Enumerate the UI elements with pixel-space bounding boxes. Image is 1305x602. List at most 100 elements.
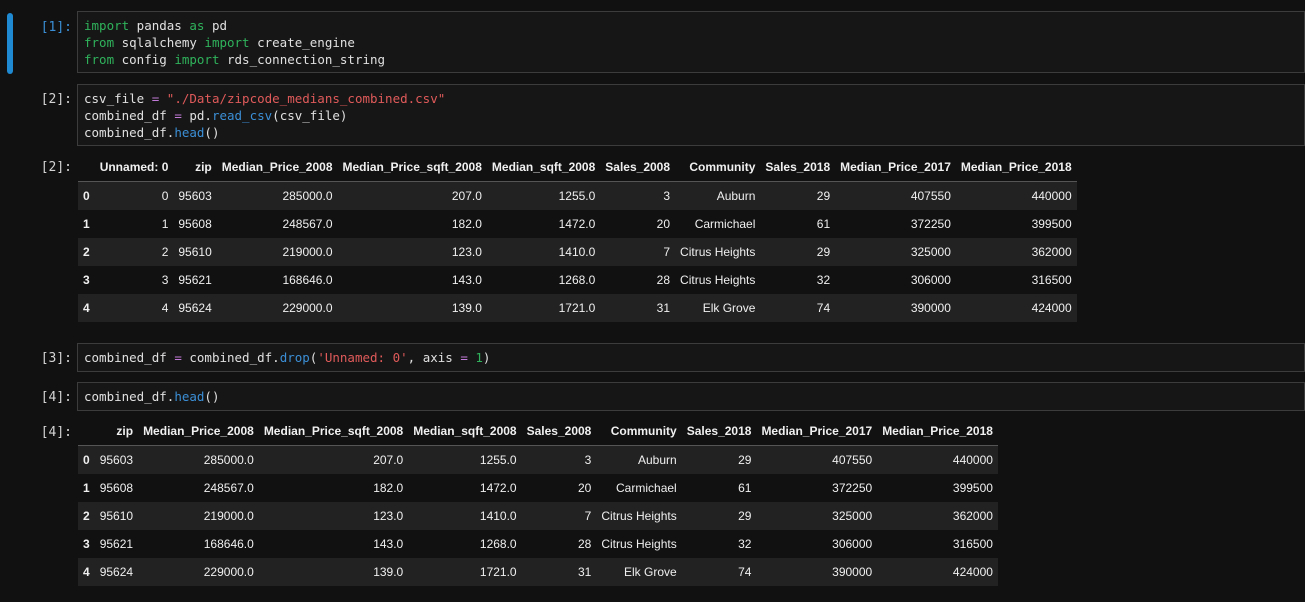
table-cell: Citrus Heights — [680, 245, 756, 259]
cell-4-input[interactable]: combined_df.head() — [77, 382, 1305, 411]
code-token: "./Data/zipcode_medians_combined.csv" — [166, 91, 446, 106]
table-cell: 248567.0 — [282, 217, 333, 231]
row-index: 3 — [83, 273, 90, 287]
table-cell: 1472.0 — [479, 481, 517, 495]
table-cell: Carmichael — [694, 217, 756, 231]
column-header — [78, 153, 95, 182]
code-line: combined_df = pd.read_csv(csv_file) — [84, 107, 1298, 124]
row-index: 1 — [83, 481, 90, 495]
code-token: () — [204, 389, 220, 404]
column-header: zip — [173, 153, 217, 182]
table-cell: 248567.0 — [203, 481, 254, 495]
output-2-dataframe: Unnamed: 0 zip Median_Price_2008 Median_Pri… — [78, 153, 1077, 322]
table-cell: 1410.0 — [479, 509, 517, 523]
table-row: 0 0 95603 285000.0 207.0 1255.0 3 Auburn 29 40755… — [78, 181, 1077, 210]
row-index: 2 — [83, 245, 90, 259]
table-cell: 29 — [816, 245, 831, 259]
table-cell: 0 — [161, 189, 169, 203]
cell-3-input[interactable]: combined_df = combined_df.drop('Unnamed:… — [77, 343, 1305, 372]
code-token: config — [114, 52, 175, 67]
code-token: = — [174, 108, 182, 123]
table-row: 1 95608 248567.0 182.0 1472.0 20 Carmichael 61 3… — [78, 474, 998, 502]
column-header: Median_Price_2018 — [955, 153, 1077, 182]
table-header-row: zip Median_Price_2008 Median_Price_sqft_20… — [78, 417, 998, 446]
column-header: zip — [94, 417, 139, 446]
table-cell: Citrus Heights — [601, 509, 677, 523]
table-cell: 95624 — [178, 301, 212, 315]
cell-2-input[interactable]: csv_file = "./Data/zipcode_medians_combi… — [77, 84, 1305, 146]
table-cell: 95608 — [178, 217, 212, 231]
table-cell: Auburn — [638, 453, 677, 467]
code-line: combined_df = combined_df.drop('Unnamed:… — [84, 349, 1298, 366]
table-cell: 219000.0 — [282, 245, 333, 259]
code-line: combined_df.head() — [84, 388, 1298, 405]
table-cell: 1721.0 — [558, 301, 596, 315]
table-cell: Elk Grove — [624, 565, 677, 579]
table-row: 1 1 95608 248567.0 182.0 1472.0 20 Carmichael 61… — [78, 210, 1077, 238]
table-row: 3 3 95621 168646.0 143.0 1268.0 28 Citrus Heigh… — [78, 266, 1077, 294]
table-cell: 219000.0 — [203, 509, 254, 523]
code-line: combined_df.head() — [84, 124, 1298, 141]
table-cell: 29 — [816, 189, 831, 203]
table-cell: 362000 — [952, 509, 993, 523]
table-cell: 362000 — [1031, 245, 1072, 259]
column-header: Community — [675, 153, 761, 182]
table-cell: 61 — [816, 217, 831, 231]
table-cell: 143.0 — [451, 273, 482, 287]
table-cell: 74 — [738, 565, 752, 579]
table-cell: 1410.0 — [558, 245, 596, 259]
cell-1-prompt: [1]: — [40, 20, 72, 35]
column-header: Median_Price_2017 — [756, 417, 878, 446]
table-cell: 407550 — [832, 453, 873, 467]
code-line: csv_file = "./Data/zipcode_medians_combi… — [84, 90, 1298, 107]
table-cell: 182.0 — [451, 217, 482, 231]
table-cell: Elk Grove — [702, 301, 756, 315]
code-token: pd. — [181, 108, 212, 123]
row-index: 3 — [83, 537, 90, 551]
cell-2-prompt: [2]: — [40, 92, 72, 107]
table-cell: 440000 — [952, 453, 993, 467]
code-token: read_csv — [211, 108, 273, 123]
cell-1-input[interactable]: import pandas as pd from sqlalchemy impor… — [77, 11, 1305, 73]
table-cell: 31 — [656, 301, 671, 315]
row-index: 1 — [83, 217, 90, 231]
table-cell: 229000.0 — [203, 565, 254, 579]
table-cell: 29 — [738, 453, 752, 467]
table-cell: 28 — [656, 273, 671, 287]
table-cell: 399500 — [1031, 217, 1072, 231]
table-cell: Carmichael — [616, 481, 677, 495]
row-index: 0 — [83, 189, 90, 203]
table-cell: 168646.0 — [203, 537, 254, 551]
table-cell: 4 — [161, 301, 169, 315]
table-cell: 407550 — [910, 189, 951, 203]
table-cell: 7 — [584, 509, 592, 523]
column-header: Community — [596, 417, 682, 446]
table-cell: 95610 — [178, 245, 212, 259]
table-row: 0 95603 285000.0 207.0 1255.0 3 Auburn 29 407550… — [78, 445, 998, 474]
table-cell: 1255.0 — [558, 189, 596, 203]
table-cell: 1268.0 — [479, 537, 517, 551]
code-token: combined_df — [84, 108, 175, 123]
code-token: create_engine — [249, 35, 355, 50]
table-cell: 123.0 — [373, 509, 404, 523]
table-cell: 139.0 — [373, 565, 404, 579]
table-cell: 168646.0 — [282, 273, 333, 287]
table-cell: 20 — [656, 217, 671, 231]
table-cell: 31 — [577, 565, 592, 579]
table-cell: 390000 — [910, 301, 951, 315]
table-cell: 2 — [161, 245, 169, 259]
code-token: combined_df. — [84, 389, 175, 404]
cell-4-prompt: [4]: — [40, 390, 72, 405]
column-header — [78, 417, 95, 446]
code-token: = — [460, 350, 468, 365]
table-row: 3 95621 168646.0 143.0 1268.0 28 Citrus Height… — [78, 530, 998, 558]
table-cell: 316500 — [1031, 273, 1072, 287]
table-cell: 372250 — [832, 481, 873, 495]
code-token: combined_df — [84, 350, 175, 365]
table-cell: 95608 — [99, 481, 134, 495]
table-cell: 316500 — [952, 537, 993, 551]
code-line: from config import rds_connection_string — [84, 51, 1298, 68]
table-cell: 74 — [816, 301, 831, 315]
code-token: , axis — [407, 350, 461, 365]
